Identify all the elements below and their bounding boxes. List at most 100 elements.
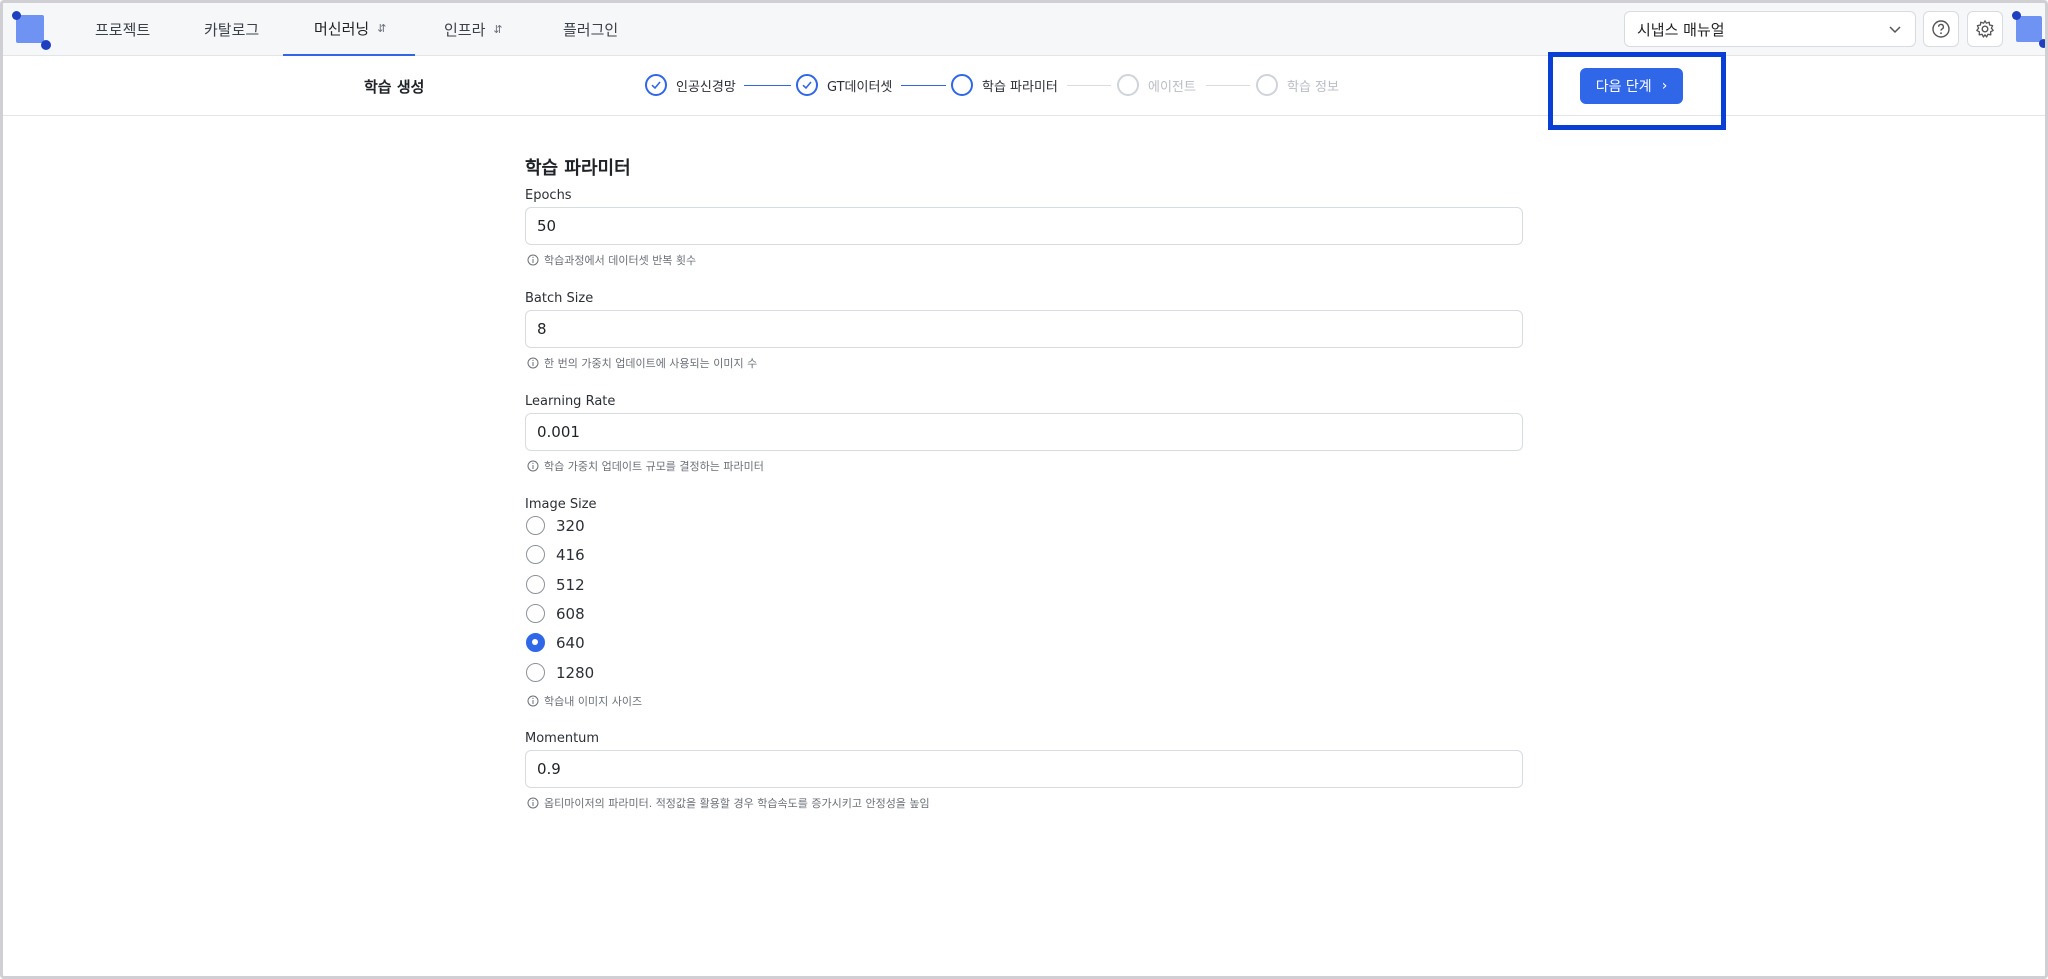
step-indicator: [796, 74, 818, 96]
epochs-label: Epochs: [525, 188, 572, 203]
chevron-up-down-icon: ⇵: [377, 22, 387, 35]
nav-item-label: 카탈로그: [204, 21, 260, 39]
radio-label: 320: [556, 516, 585, 535]
step-connector: [744, 85, 791, 86]
nav-item-catalog[interactable]: 카탈로그: [204, 3, 259, 56]
momentum-help: 옵티마이저의 파라미터. 적정값을 활용할 경우 학습속도를 증가시키고 안정성…: [527, 795, 930, 811]
chevron-down-icon: [1889, 26, 1901, 34]
info-icon: [527, 797, 539, 809]
help-button[interactable]: [1923, 11, 1959, 47]
nav-item-machine-learning[interactable]: 머신러닝 ⇵: [283, 3, 415, 56]
manual-select-value: 시냅스 매뉴얼: [1637, 20, 1725, 39]
radio-label: 1280: [556, 663, 595, 682]
radio-button[interactable]: [526, 575, 545, 594]
step-training-parameters[interactable]: 학습 파라미터: [951, 74, 1058, 96]
radio-button[interactable]: [526, 663, 545, 682]
avatar-dot: [2012, 11, 2021, 20]
momentum-input[interactable]: 0.9: [525, 750, 1523, 788]
momentum-value: 0.9: [537, 760, 561, 778]
help-text: 한 번의 가중치 업데이트에 사용되는 이미지 수: [544, 357, 758, 370]
gear-icon: [1976, 20, 1994, 38]
image-size-option-320[interactable]: 320: [526, 516, 585, 535]
user-avatar[interactable]: [2012, 11, 2048, 48]
learning-rate-help: 학습 가중치 업데이트 규모를 결정하는 파라미터: [527, 458, 764, 474]
epochs-value: 50: [537, 217, 557, 235]
learning-rate-value: 0.001: [537, 423, 580, 441]
info-icon: [527, 254, 539, 266]
top-navigation: 프로젝트 카탈로그 머신러닝 ⇵ 인프라 ⇵ 플러그인 시냅스 매뉴얼: [3, 3, 2048, 56]
step-connector: [1206, 85, 1250, 86]
help-text: 학습내 이미지 사이즈: [544, 695, 643, 708]
help-text: 학습과정에서 데이터셋 반복 횟수: [544, 254, 697, 267]
step-label: 에이전트: [1148, 79, 1196, 95]
step-connector: [1067, 85, 1111, 86]
form-title: 학습 파라미터: [525, 158, 631, 179]
step-agent[interactable]: 에이전트: [1117, 74, 1196, 96]
image-size-option-416[interactable]: 416: [526, 545, 585, 564]
radio-button-selected[interactable]: [526, 633, 545, 652]
step-training-info[interactable]: 학습 정보: [1256, 74, 1339, 96]
chevron-right-icon: ›: [1661, 78, 1668, 94]
step-indicator: [1117, 74, 1139, 96]
image-size-option-640[interactable]: 640: [526, 633, 585, 652]
logo-dot: [12, 11, 21, 20]
step-indicator: [1256, 74, 1278, 96]
epochs-help: 학습과정에서 데이터셋 반복 횟수: [527, 252, 696, 268]
stepper-bar: 학습 생성 인공신경망 GT데이터셋 학습 파라미터 에이전트 학습 정보: [3, 56, 2045, 116]
help-text: 학습 가중치 업데이트 규모를 결정하는 파라미터: [544, 460, 764, 473]
image-size-option-608[interactable]: 608: [526, 604, 585, 623]
radio-button[interactable]: [526, 545, 545, 564]
logo-square: [16, 15, 44, 43]
step-label: GT데이터셋: [827, 79, 893, 95]
radio-label: 512: [556, 575, 585, 594]
step-connector: [901, 85, 946, 86]
step-neural-network[interactable]: 인공신경망: [645, 74, 736, 96]
nav-item-infra[interactable]: 인프라 ⇵: [444, 3, 503, 56]
next-step-label: 다음 단계: [1595, 79, 1652, 95]
epochs-input[interactable]: 50: [525, 207, 1523, 245]
step-label: 학습 파라미터: [982, 79, 1058, 95]
nav-item-label: 프로젝트: [95, 21, 151, 39]
batch-size-input[interactable]: 8: [525, 310, 1523, 348]
manual-select[interactable]: 시냅스 매뉴얼: [1624, 11, 1916, 47]
check-icon: [802, 81, 812, 90]
info-icon: [527, 460, 539, 472]
image-size-option-512[interactable]: 512: [526, 575, 585, 594]
next-step-button[interactable]: 다음 단계 ›: [1580, 68, 1683, 104]
step-label: 학습 정보: [1287, 79, 1339, 95]
learning-rate-label: Learning Rate: [525, 394, 616, 409]
step-indicator: [951, 74, 973, 96]
learning-rate-input[interactable]: 0.001: [525, 413, 1523, 451]
help-circle-icon: [1932, 20, 1950, 38]
logo-dot: [41, 40, 51, 50]
page-title: 학습 생성: [364, 78, 425, 96]
nav-item-label: 머신러닝: [314, 20, 370, 38]
radio-button[interactable]: [526, 604, 545, 623]
radio-label: 640: [556, 633, 585, 652]
window-frame: [0, 0, 2048, 979]
nav-item-label: 플러그인: [563, 21, 619, 39]
image-size-label: Image Size: [525, 497, 597, 512]
radio-label: 416: [556, 545, 585, 564]
nav-item-plugins[interactable]: 플러그인: [563, 3, 618, 56]
radio-button[interactable]: [526, 516, 545, 535]
image-size-option-1280[interactable]: 1280: [526, 663, 594, 682]
check-icon: [651, 81, 661, 90]
chevron-up-down-icon: ⇵: [493, 23, 503, 36]
step-indicator: [645, 74, 667, 96]
app-logo[interactable]: [12, 11, 51, 50]
batch-size-help: 한 번의 가중치 업데이트에 사용되는 이미지 수: [527, 355, 757, 371]
settings-button[interactable]: [1967, 11, 2003, 47]
nav-item-label: 인프라: [444, 21, 486, 39]
radio-label: 608: [556, 604, 585, 623]
batch-size-label: Batch Size: [525, 291, 594, 306]
avatar-square: [2016, 16, 2042, 42]
batch-size-value: 8: [537, 320, 547, 338]
step-gt-dataset[interactable]: GT데이터셋: [796, 74, 892, 96]
info-icon: [527, 695, 539, 707]
info-icon: [527, 357, 539, 369]
nav-item-projects[interactable]: 프로젝트: [95, 3, 150, 56]
help-text: 옵티마이저의 파라미터. 적정값을 활용할 경우 학습속도를 증가시키고 안정성…: [544, 797, 930, 810]
step-label: 인공신경망: [676, 79, 736, 95]
avatar-dot: [2039, 39, 2048, 48]
